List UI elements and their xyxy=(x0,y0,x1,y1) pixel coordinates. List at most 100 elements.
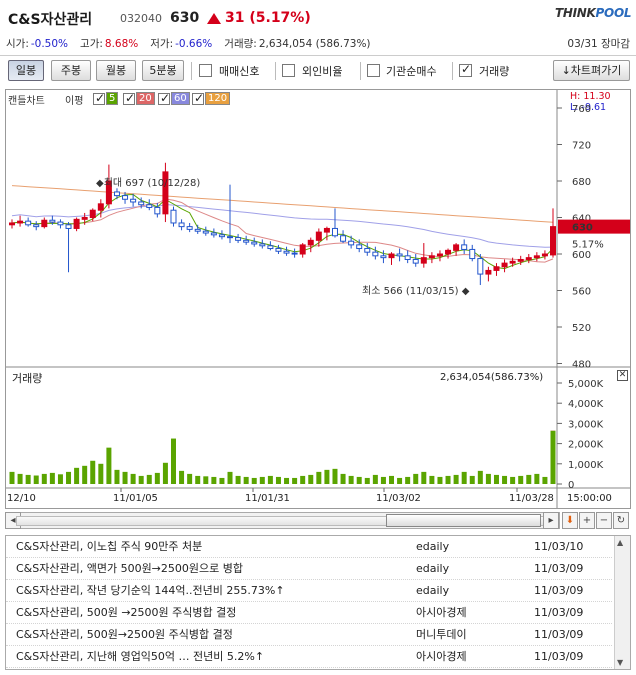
candle-body xyxy=(436,253,443,257)
candle-body xyxy=(291,252,298,255)
volume-tick-label: 2,000K xyxy=(568,440,604,451)
volume-bar xyxy=(170,438,176,484)
volume-bar xyxy=(138,475,144,484)
min-price-label: 최소 566 (11/03/15) ◆ xyxy=(362,285,470,297)
candle-body xyxy=(428,255,435,259)
news-source: edaily xyxy=(416,562,450,575)
candle-body xyxy=(154,206,161,215)
candle-body xyxy=(364,248,371,253)
volume-bar xyxy=(316,471,322,484)
news-item[interactable]: C&S자산관리, 액면가 500원→2500원으로 병합 edaily 11/03/… xyxy=(6,558,612,580)
news-date: 11/03/09 xyxy=(534,628,584,641)
candle-body xyxy=(533,255,540,259)
volume-bar xyxy=(227,471,233,484)
volume-bar xyxy=(300,475,306,484)
volume-bar xyxy=(187,473,193,484)
candle-body xyxy=(525,257,532,260)
candle-body xyxy=(396,253,403,257)
candle-body xyxy=(477,258,484,275)
news-date: 11/03/09 xyxy=(534,584,584,597)
volume-bar xyxy=(259,476,265,484)
candle-body xyxy=(283,250,290,254)
volume-bar xyxy=(179,470,185,484)
news-title: C&S자산관리, 액면가 500원→2500원으로 병합 xyxy=(16,562,243,575)
candle-body xyxy=(73,218,80,229)
news-item[interactable]: C&S자산관리, 500원 →2500원 주식병합 결정 아시아경제 11/03/0… xyxy=(6,602,612,624)
volume-bar xyxy=(510,476,516,484)
price-tick-label: 720 xyxy=(572,141,591,152)
current-price-tag-label: 630 xyxy=(572,223,593,234)
scroll-right-icon[interactable]: ▸ xyxy=(543,512,559,529)
news-scroll-up-icon[interactable]: ▲ xyxy=(617,538,623,547)
time-label: 12/10 xyxy=(7,493,36,504)
candle-body xyxy=(57,221,64,226)
volume-tick-label: 1,000K xyxy=(568,460,604,471)
news-date: 11/03/09 xyxy=(534,606,584,619)
news-title: C&S자산관리, 작년 당기순익 144억..전년비 255.73%↑ xyxy=(16,584,285,597)
news-title: C&S자산관리, 이노칩 주식 90만주 처분 xyxy=(16,540,203,553)
volume-bar xyxy=(324,469,330,484)
candle-body xyxy=(89,209,96,218)
volume-bar xyxy=(122,471,128,484)
candle-body xyxy=(259,243,266,247)
news-item[interactable]: C&S자산관리, 지난해 영업익50억 … 전년비 5.2%↑ 아시아경제 11/0… xyxy=(6,646,612,668)
volume-bar xyxy=(332,468,338,484)
candle-body xyxy=(267,245,274,250)
news-date: 11/03/09 xyxy=(534,562,584,575)
candle-body xyxy=(235,237,242,241)
volume-bar xyxy=(380,476,386,484)
candle-body xyxy=(170,209,177,224)
candle-body xyxy=(49,219,56,223)
news-item[interactable]: C&S자산관리, 500원→2500원 주식병합 결정 머니투데이 11/03/09 xyxy=(6,624,612,646)
price-tick-label: 600 xyxy=(572,250,591,261)
volume-close-icon[interactable]: ✕ xyxy=(617,370,628,381)
volume-bar xyxy=(372,474,378,484)
time-label: 11/01/05 xyxy=(113,493,158,504)
volume-bar xyxy=(485,473,491,484)
candle-body xyxy=(356,244,363,250)
candle-body xyxy=(372,251,379,257)
news-item[interactable]: C&S자산관리, 작년 당기순익 144억..전년비 255.73%↑ edail… xyxy=(6,580,612,602)
volume-bar xyxy=(25,474,31,484)
candle-body xyxy=(307,239,314,246)
news-item[interactable]: C&S자산관리, 이노칩 주식 90만주 처분 edaily 11/03/10 xyxy=(6,536,612,558)
zoom-in-icon[interactable]: + xyxy=(579,512,595,529)
volume-bar xyxy=(267,475,273,484)
candle-body xyxy=(243,239,250,243)
volume-bar xyxy=(453,474,459,484)
candle-body xyxy=(461,244,468,250)
volume-bar xyxy=(66,471,72,484)
candle-body xyxy=(420,257,427,264)
candle-body xyxy=(202,230,209,234)
news-scrollbar[interactable]: ▲ ▼ xyxy=(614,536,630,669)
volume-bar xyxy=(534,473,540,484)
volume-bar xyxy=(526,474,532,484)
volume-tick-label: 3,000K xyxy=(568,419,604,430)
candle-body xyxy=(33,224,40,228)
volume-bar xyxy=(114,469,120,484)
chart-menu-icon[interactable]: ⬇ xyxy=(562,512,578,529)
candle-body xyxy=(17,220,24,224)
volume-bar xyxy=(57,474,63,484)
news-date: 11/03/09 xyxy=(534,650,584,663)
news-scroll-down-icon[interactable]: ▼ xyxy=(617,658,623,667)
zoom-out-icon[interactable]: − xyxy=(596,512,612,529)
volume-bar xyxy=(493,474,499,484)
volume-bar xyxy=(477,470,483,484)
volume-bar xyxy=(429,475,435,484)
candle-body xyxy=(445,249,452,255)
candle-body xyxy=(41,219,48,228)
volume-bar xyxy=(340,473,346,484)
volume-bar xyxy=(550,430,556,484)
volume-bar xyxy=(154,472,160,484)
candle-body xyxy=(9,222,15,226)
volume-bar xyxy=(284,477,290,484)
scroll-thumb[interactable] xyxy=(386,514,541,527)
reset-icon[interactable]: ↻ xyxy=(613,512,629,529)
candle-body xyxy=(453,244,460,251)
candle-body xyxy=(194,228,201,232)
candle-body xyxy=(404,255,411,260)
news-title: C&S자산관리, 500원→2500원 주식병합 결정 xyxy=(16,628,233,641)
price-tick-label: 560 xyxy=(572,287,591,298)
candle-body xyxy=(388,253,395,259)
